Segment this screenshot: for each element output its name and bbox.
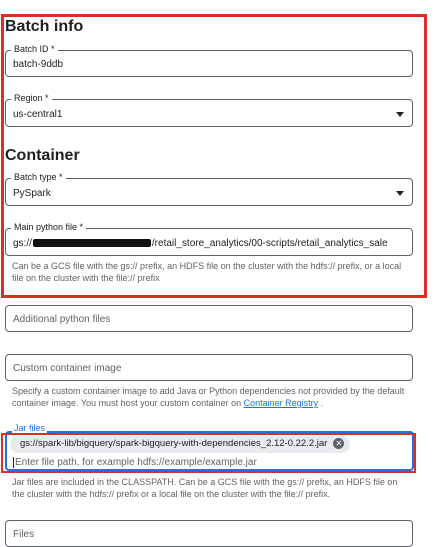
main-python-file-suffix: /retail_store_analytics/00-scripts/retai… bbox=[151, 238, 388, 249]
main-python-file-hint: Can be a GCS file with the gs:// prefix,… bbox=[12, 261, 402, 283]
main-python-file-label: Main python file * bbox=[11, 222, 87, 232]
custom-container-image-placeholder: Custom container image bbox=[13, 363, 122, 374]
batch-type-label: Batch type * bbox=[11, 172, 66, 182]
highlight-box-jar-files bbox=[1, 433, 416, 473]
jar-files-label: Jar files bbox=[12, 423, 48, 433]
custom-container-image-hint: Specify a custom container image to add … bbox=[12, 385, 412, 409]
custom-container-hint-text: Specify a custom container image to add … bbox=[12, 386, 405, 408]
batch-type-select[interactable]: Batch type * PySpark bbox=[5, 172, 413, 206]
batch-id-field[interactable]: Batch ID * batch-9ddb bbox=[5, 44, 413, 77]
main-python-file-field[interactable]: Main python file * gs:// /retail_store_an… bbox=[5, 222, 413, 256]
additional-python-files-placeholder: Additional python files bbox=[13, 314, 111, 325]
custom-container-hint-end: . bbox=[318, 398, 324, 408]
batch-type-value: PySpark bbox=[13, 188, 51, 199]
main-python-file-prefix: gs:// bbox=[13, 238, 32, 249]
chevron-down-icon bbox=[396, 191, 404, 196]
redacted-bucket bbox=[32, 239, 151, 248]
region-value: us-central1 bbox=[13, 109, 63, 120]
files-input[interactable]: Files bbox=[5, 520, 413, 547]
chevron-down-icon bbox=[396, 112, 404, 117]
batch-info-heading: Batch info bbox=[5, 18, 84, 35]
main-python-file-value: gs:// /retail_store_analytics/00-scripts/… bbox=[13, 238, 388, 249]
batch-id-label: Batch ID * bbox=[11, 44, 58, 54]
region-label: Region * bbox=[11, 93, 52, 103]
region-select[interactable]: Region * us-central1 bbox=[5, 93, 413, 127]
container-registry-link[interactable]: Container Registry bbox=[244, 398, 319, 408]
jar-files-hint: Jar files are included in the CLASSPATH.… bbox=[12, 477, 398, 499]
container-heading: Container bbox=[5, 147, 80, 164]
additional-python-files-input[interactable]: Additional python files bbox=[5, 305, 413, 332]
custom-container-image-input[interactable]: Custom container image bbox=[5, 354, 413, 381]
batch-id-value: batch-9ddb bbox=[13, 59, 64, 70]
